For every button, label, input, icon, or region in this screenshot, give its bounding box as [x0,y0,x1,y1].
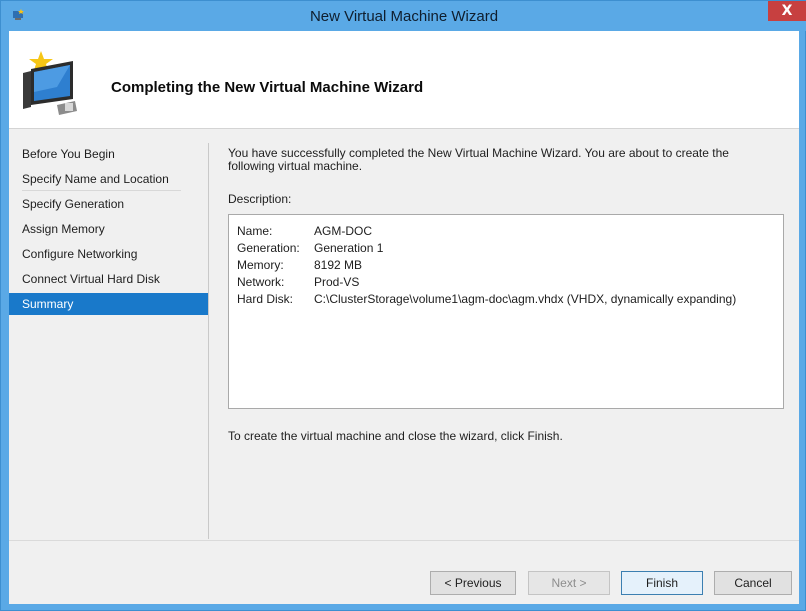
footer-divider [9,540,799,541]
nav-item-assign-memory[interactable]: Assign Memory [9,218,209,240]
wizard-client: Completing the New Virtual Machine Wizar… [9,31,799,604]
summary-key: Hard Disk: [237,292,294,306]
intro-text: You have successfully completed the New … [228,146,729,173]
summary-key: Generation: [237,241,300,255]
nav-item-configure-networking[interactable]: Configure Networking [9,243,209,265]
window-title: New Virtual Machine Wizard [309,8,499,25]
cancel-button[interactable]: Cancel [714,571,792,595]
title-bar[interactable]: New Virtual Machine Wizard X [1,1,806,31]
wizard-steps-nav: Before You Begin Specify Name and Locati… [9,129,209,540]
nav-item-specify-generation[interactable]: Specify Generation [9,193,209,215]
nav-item-before-you-begin[interactable]: Before You Begin [9,143,209,165]
summary-key: Memory: [237,258,284,272]
wizard-header: Completing the New Virtual Machine Wizar… [9,31,799,129]
vm-wizard-monitor-icon [23,51,77,115]
finish-instruction: To create the virtual machine and close … [228,429,563,443]
summary-key: Name: [237,224,273,238]
summary-value: Generation 1 [314,241,384,255]
nav-item-specify-name-and-location[interactable]: Specify Name and Location [9,168,209,191]
summary-value: AGM-DOC [314,224,372,238]
summary-value: Prod-VS [314,275,360,289]
nav-item-summary[interactable]: Summary [9,293,209,315]
summary-key: Network: [237,275,285,289]
nav-divider [208,143,209,539]
finish-button[interactable]: Finish [621,571,703,595]
summary-value: C:\ClusterStorage\volume1\agm-doc\agm.vh… [314,292,737,306]
previous-button[interactable]: < Previous [430,571,516,595]
summary-value: 8192 MB [314,258,363,272]
description-box[interactable]: Name: AGM-DOC Generation: Generation 1 M… [228,214,784,409]
close-button[interactable]: X [768,1,806,21]
page-title: Completing the New Virtual Machine Wizar… [111,79,424,96]
next-button[interactable]: Next > [528,571,610,595]
summary-content: You have successfully completed the New … [228,147,788,173]
description-label: Description: [228,192,292,206]
wizard-window: New Virtual Machine Wizard X Completing … [0,0,806,611]
nav-item-connect-virtual-hard-disk[interactable]: Connect Virtual Hard Disk [9,268,209,290]
